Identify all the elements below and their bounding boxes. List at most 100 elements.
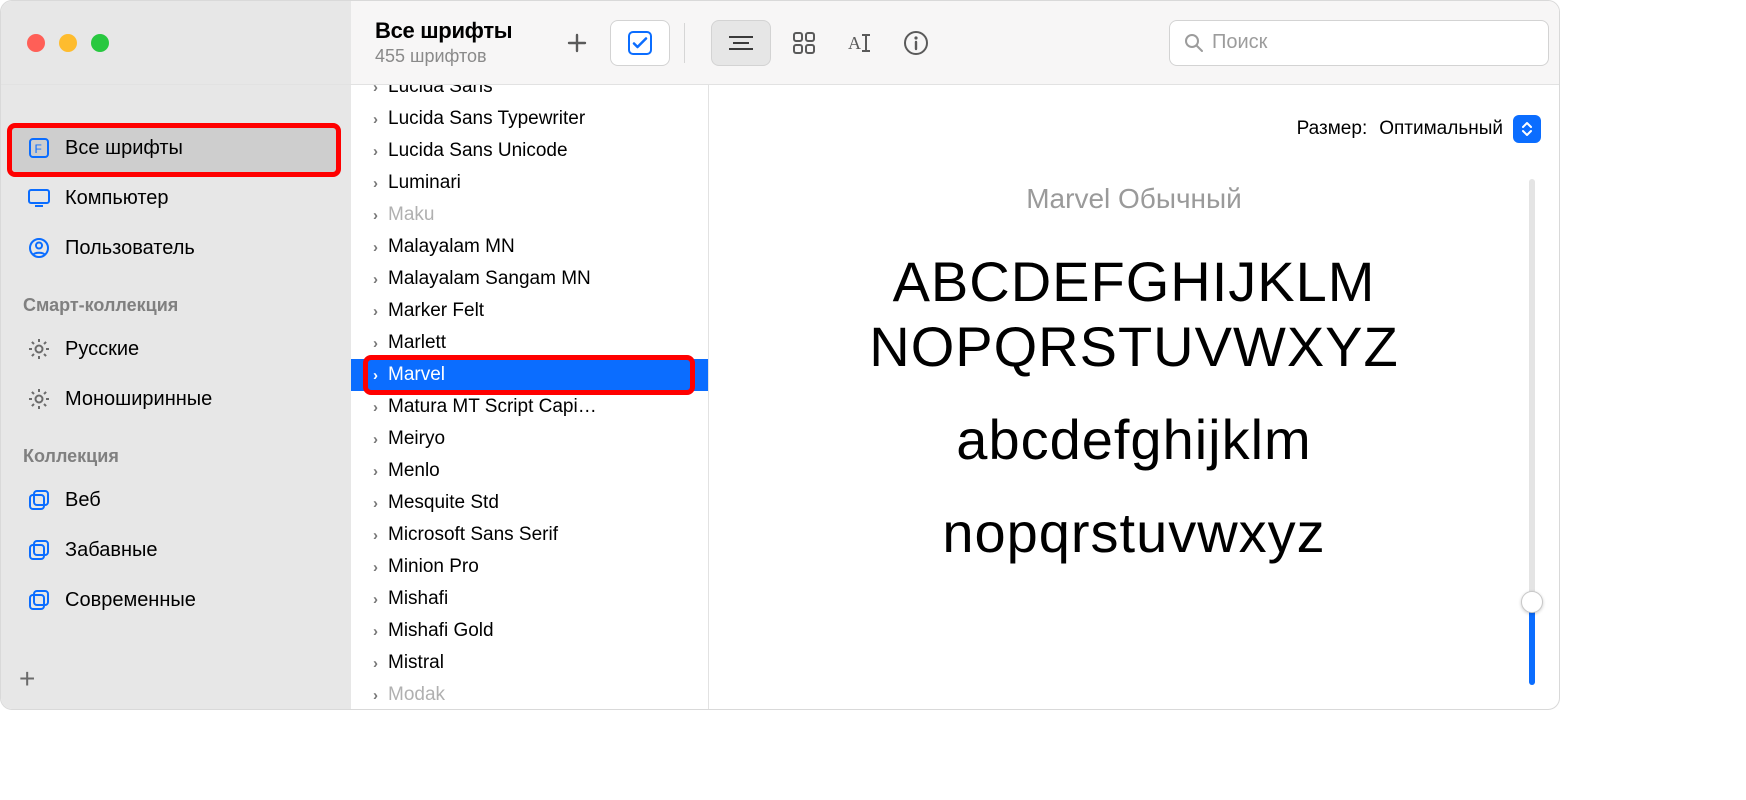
sidebar-header-collection: Коллекция bbox=[1, 424, 351, 475]
window-subtitle: 455 шрифтов bbox=[375, 46, 512, 67]
preview-panel: Размер: Оптимальный Marvel Обычный ABCDE… bbox=[709, 85, 1559, 709]
sidebar-item-monospace[interactable]: Моноширинные bbox=[1, 374, 351, 424]
chevron-right-icon: › bbox=[373, 655, 378, 672]
sidebar-item-user[interactable]: Пользователь bbox=[1, 223, 351, 273]
sidebar-item-label: Забавные bbox=[65, 539, 158, 562]
chevron-right-icon: › bbox=[373, 335, 378, 352]
font-name: Menlo bbox=[388, 460, 440, 482]
font-list-row[interactable]: ›Minion Pro bbox=[351, 551, 708, 583]
font-list-row[interactable]: › Luminari bbox=[351, 167, 708, 199]
info-icon bbox=[903, 30, 929, 56]
font-name: Malayalam MN bbox=[388, 236, 515, 258]
font-list-row[interactable]: ›Malayalam Sangam MN bbox=[351, 263, 708, 295]
sidebar-item-all-fonts[interactable]: F Все шрифты bbox=[11, 123, 341, 173]
size-label: Размер: bbox=[1297, 118, 1368, 140]
sidebar-item-computer[interactable]: Компьютер bbox=[1, 173, 351, 223]
font-list-row[interactable]: ›Mishafi bbox=[351, 583, 708, 615]
view-info-button[interactable] bbox=[893, 20, 939, 66]
font-name: Microsoft Sans Serif bbox=[388, 524, 558, 546]
chevron-right-icon: › bbox=[373, 495, 378, 512]
font-list-row[interactable]: ›Modak bbox=[351, 679, 708, 709]
add-collection-button[interactable]: + bbox=[19, 663, 35, 695]
svg-text:F: F bbox=[35, 142, 42, 156]
font-list-row[interactable]: ›Lucida Sans Unicode bbox=[351, 135, 708, 167]
search-input[interactable]: Поиск bbox=[1169, 20, 1549, 66]
preview-lower1: abcdefghijklm bbox=[709, 407, 1559, 472]
chevron-up-down-icon bbox=[1513, 115, 1541, 143]
view-sample-button[interactable] bbox=[711, 20, 771, 66]
preview-title: Marvel Обычный bbox=[709, 183, 1559, 215]
view-custom-button[interactable]: A bbox=[837, 20, 883, 66]
size-select[interactable]: Оптимальный bbox=[1379, 115, 1541, 143]
font-list-row[interactable]: ›Matura MT Script Capi… bbox=[351, 391, 708, 423]
font-list-row[interactable]: › Meiryo bbox=[351, 423, 708, 455]
font-list-row[interactable]: › Lucida Sans bbox=[351, 85, 708, 103]
sidebar-item-label: Пользователь bbox=[65, 237, 195, 260]
window-title: Все шрифты bbox=[375, 18, 512, 44]
add-button[interactable] bbox=[554, 20, 600, 66]
chevron-right-icon: › bbox=[373, 431, 378, 448]
window-controls bbox=[1, 1, 351, 84]
font-list-row[interactable]: › Mishafi Gold bbox=[351, 615, 708, 647]
font-name: Matura MT Script Capi… bbox=[388, 396, 597, 418]
sidebar-item-web[interactable]: Веб bbox=[1, 475, 351, 525]
font-square-icon: F bbox=[27, 137, 51, 159]
view-grid-button[interactable] bbox=[781, 20, 827, 66]
chevron-right-icon: › bbox=[373, 623, 378, 640]
sidebar: F Все шрифты Компьютер Пользователь Смар… bbox=[1, 85, 351, 709]
minimize-window-button[interactable] bbox=[59, 34, 77, 52]
sidebar-item-label: Компьютер bbox=[65, 187, 169, 210]
font-name: Lucida Sans Typewriter bbox=[388, 108, 585, 130]
font-list-row[interactable]: ›Marker Felt bbox=[351, 295, 708, 327]
sidebar-item-label: Современные bbox=[65, 589, 196, 612]
font-name: Mistral bbox=[388, 652, 444, 674]
sidebar-item-modern[interactable]: Современные bbox=[1, 575, 351, 625]
toggle-enabled-button[interactable] bbox=[610, 20, 670, 66]
gear-icon bbox=[27, 338, 51, 360]
close-window-button[interactable] bbox=[27, 34, 45, 52]
font-name: Marlett bbox=[388, 332, 446, 354]
preview-lower2: nopqrstuvwxyz bbox=[709, 500, 1559, 565]
slider-fill bbox=[1529, 607, 1535, 685]
sidebar-item-label: Веб bbox=[65, 489, 101, 512]
chevron-right-icon: › bbox=[373, 175, 378, 192]
size-value: Оптимальный bbox=[1379, 118, 1503, 140]
font-name: Luminari bbox=[388, 172, 461, 194]
sidebar-item-label: Все шрифты bbox=[65, 137, 183, 160]
plus-icon bbox=[566, 32, 588, 54]
checkbox-icon bbox=[627, 30, 653, 56]
zoom-window-button[interactable] bbox=[91, 34, 109, 52]
font-list-row[interactable]: ›Marvel bbox=[351, 359, 708, 391]
chevron-right-icon: › bbox=[373, 463, 378, 480]
sidebar-item-label: Моноширинные bbox=[65, 388, 212, 411]
size-slider[interactable] bbox=[1529, 179, 1535, 685]
font-name: Meiryo bbox=[388, 428, 445, 450]
font-list-row[interactable]: › Menlo bbox=[351, 455, 708, 487]
font-name: Marvel bbox=[388, 364, 445, 386]
font-name: Lucida Sans Unicode bbox=[388, 140, 568, 162]
font-name: Mishafi Gold bbox=[388, 620, 494, 642]
sidebar-item-russian[interactable]: Русские bbox=[1, 324, 351, 374]
chevron-right-icon: › bbox=[373, 207, 378, 224]
font-list-row[interactable]: ›Lucida Sans Typewriter bbox=[351, 103, 708, 135]
sidebar-item-label: Русские bbox=[65, 338, 139, 361]
font-list-row[interactable]: › Mistral bbox=[351, 647, 708, 679]
font-list-row[interactable]: › Marlett bbox=[351, 327, 708, 359]
font-list-row[interactable]: ›Malayalam MN bbox=[351, 231, 708, 263]
collection-icon bbox=[27, 489, 51, 511]
font-name: Mishafi bbox=[388, 588, 448, 610]
slider-thumb[interactable] bbox=[1521, 591, 1543, 613]
font-name: Mesquite Std bbox=[388, 492, 499, 514]
font-list[interactable]: ›Lucida Sans›Lucida Sans Typewriter›Luci… bbox=[351, 85, 709, 709]
display-icon bbox=[27, 188, 51, 208]
font-name: Lucida Sans bbox=[388, 85, 493, 98]
sample-view-icon bbox=[727, 33, 755, 53]
font-list-row[interactable]: ›Maku bbox=[351, 199, 708, 231]
font-list-row[interactable]: › Mesquite Std bbox=[351, 487, 708, 519]
chevron-right-icon: › bbox=[373, 527, 378, 544]
sidebar-header-smart: Смарт-коллекция bbox=[1, 273, 351, 324]
font-list-row[interactable]: › Microsoft Sans Serif bbox=[351, 519, 708, 551]
sidebar-item-fun[interactable]: Забавные bbox=[1, 525, 351, 575]
chevron-right-icon: › bbox=[373, 85, 378, 96]
collection-icon bbox=[27, 589, 51, 611]
